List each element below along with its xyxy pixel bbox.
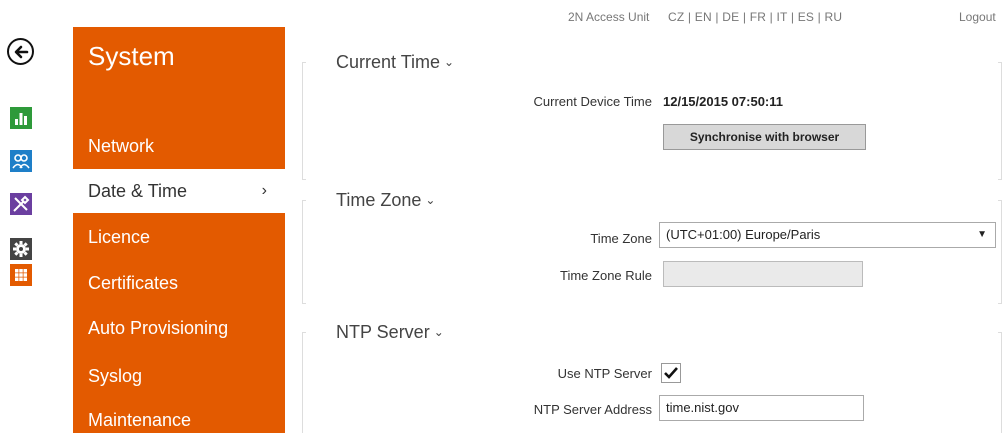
use-ntp-checkbox[interactable] (661, 363, 681, 383)
device-time-value: 12/15/2015 07:50:11 (663, 94, 783, 109)
section-bracket-left (302, 62, 306, 180)
checkmark-icon (664, 367, 678, 379)
menu-item-syslog[interactable]: Syslog (73, 354, 285, 398)
time-zone-rule-label: Time Zone Rule (560, 268, 652, 283)
current-time-section: Current Time ⌄ Current Device Time 12/15/… (302, 52, 1002, 182)
time-zone-title[interactable]: Time Zone ⌄ (336, 190, 435, 211)
language-selector[interactable]: CZ | EN | DE | FR | IT | ES | RU (668, 10, 842, 24)
time-zone-label: Time Zone (590, 231, 652, 246)
section-bracket-left (302, 200, 306, 304)
grid-icon (15, 269, 27, 281)
users-icon (12, 154, 30, 169)
menu-item-network[interactable]: Network (73, 124, 285, 168)
chevron-down-icon: ⌄ (433, 325, 444, 339)
menu-item-maintenance[interactable]: Maintenance (73, 398, 285, 433)
ntp-server-section: NTP Server ⌄ Use NTP Server NTP Server Ad… (302, 322, 1002, 433)
top-bar: 2N Access Unit CZ | EN | DE | FR | IT | … (0, 10, 1002, 26)
synchronise-button[interactable]: Synchronise with browser (663, 124, 866, 150)
hardware-menu-button[interactable] (10, 193, 32, 215)
time-zone-select[interactable]: (UTC+01:00) Europe/Paris ▼ (659, 222, 996, 248)
back-button[interactable] (7, 38, 34, 65)
logout-link[interactable]: Logout (959, 10, 996, 24)
bar-chart-icon (15, 113, 27, 125)
menu-item-certificates[interactable]: Certificates (73, 261, 285, 305)
device-time-label: Current Device Time (533, 94, 652, 109)
menu-item-licence[interactable]: Licence (73, 215, 285, 259)
time-zone-rule-field[interactable] (663, 261, 863, 287)
ntp-address-label: NTP Server Address (533, 402, 652, 417)
current-time-title[interactable]: Current Time ⌄ (336, 52, 454, 73)
section-bracket-right (998, 62, 1002, 180)
chevron-right-icon: › (261, 182, 267, 199)
product-name: 2N Access Unit (568, 10, 650, 24)
ntp-server-title[interactable]: NTP Server ⌄ (336, 322, 444, 343)
back-arrow-icon (14, 45, 28, 58)
system-side-menu: System Network Date & Time › Licence Cer… (73, 27, 285, 433)
tools-icon (13, 195, 30, 212)
status-menu-button[interactable] (10, 107, 32, 129)
gear-icon (13, 241, 29, 257)
dropdown-arrow-icon: ▼ (977, 229, 987, 240)
section-bracket-left (302, 332, 306, 433)
ntp-address-input[interactable]: time.nist.gov (659, 395, 864, 421)
chevron-down-icon: ⌄ (425, 193, 436, 207)
directory-menu-button[interactable] (10, 150, 32, 172)
menu-item-date-time[interactable]: Date & Time › (73, 169, 285, 213)
use-ntp-label: Use NTP Server (557, 366, 652, 381)
time-zone-section: Time Zone ⌄ Time Zone (UTC+01:00) Europe/… (302, 190, 1002, 310)
section-bracket-right (998, 200, 1002, 304)
system-menu-button[interactable] (10, 264, 32, 286)
menu-item-auto-provisioning[interactable]: Auto Provisioning (73, 306, 285, 350)
menu-title: System (88, 41, 175, 71)
services-menu-button[interactable] (10, 238, 32, 260)
section-bracket-right (998, 332, 1002, 433)
chevron-down-icon: ⌄ (444, 55, 455, 69)
